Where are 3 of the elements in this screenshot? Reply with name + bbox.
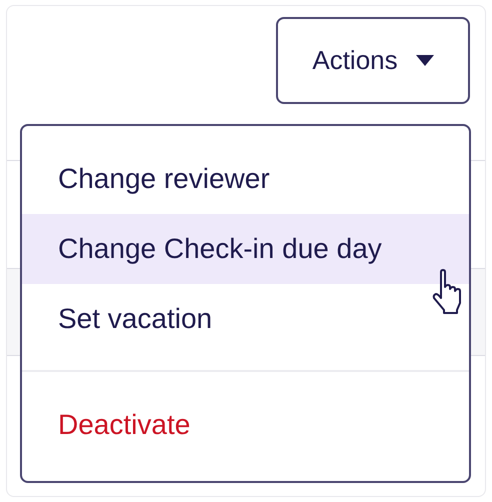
actions-button[interactable]: Actions <box>276 17 470 104</box>
caret-down-icon <box>416 55 434 66</box>
menu-item[interactable]: Change Check-in due day <box>22 214 469 284</box>
